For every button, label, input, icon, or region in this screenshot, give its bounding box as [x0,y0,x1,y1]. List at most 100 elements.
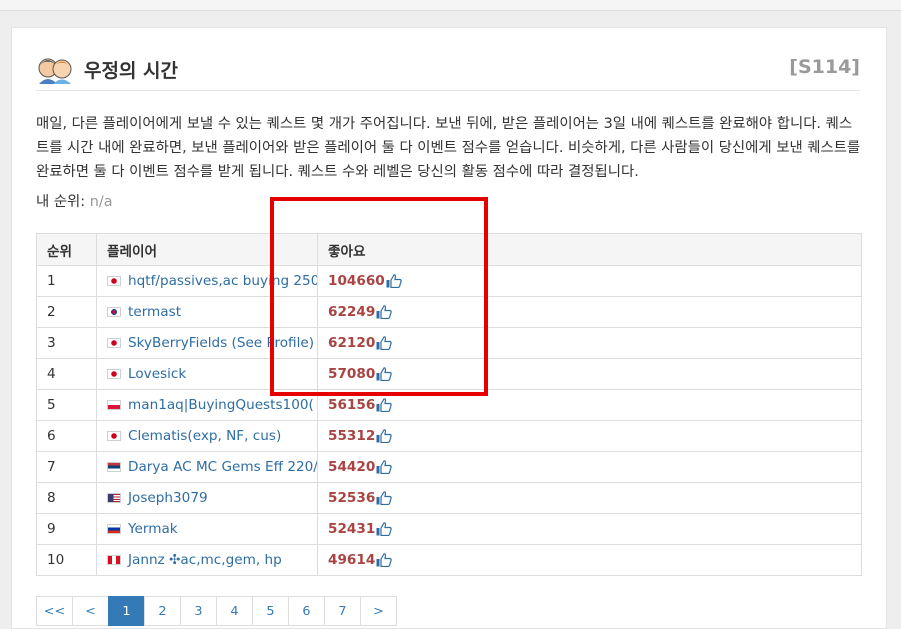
thumbs-up-icon[interactable] [376,305,393,319]
event-panel: 우정의 시간 [S114] 매일, 다른 플레이어에게 보낼 수 있는 퀘스트 … [11,27,887,629]
likes-count: 52536 [328,490,376,506]
player-cell: Joseph3079 [96,482,318,514]
likes-cell: 52536 [317,482,862,514]
country-flag-icon [107,490,128,506]
thumbs-up-icon[interactable] [376,398,393,412]
rank-cell: 1 [36,265,97,297]
rank-cell: 5 [36,389,97,421]
country-flag-icon [107,552,128,568]
season-badge: [S114] [789,56,860,78]
player-link[interactable]: Lovesick [128,366,186,382]
player-cell: hqtf/passives,ac buying 250 [96,265,318,297]
thumbs-up-icon[interactable] [376,491,393,505]
country-flag-icon [107,428,128,444]
page-button[interactable]: 2 [144,596,181,626]
likes-cell: 57080 [317,358,862,390]
my-rank-label: 내 순위: [36,194,90,210]
country-flag-icon [107,521,128,537]
country-flag-icon [107,335,128,351]
country-flag-icon [107,366,128,382]
table-row: 10 Jannz ✣ac,mc,gem, hp 49614 [36,544,862,576]
likes-cell: 62249 [317,296,862,328]
likes-cell: 49614 [317,544,862,576]
rank-cell: 6 [36,420,97,452]
thumbs-up-icon[interactable] [376,460,393,474]
page-button[interactable]: 6 [288,596,325,626]
player-cell: Lovesick [96,358,318,390]
table-header-row: 순위 플레이어 좋아요 [36,233,862,266]
table-row: 1 hqtf/passives,ac buying 250 104660 [36,265,862,297]
player-link[interactable]: Yermak [128,521,178,537]
page-button[interactable]: 4 [216,596,253,626]
thumbs-up-icon[interactable] [376,367,393,381]
page-button[interactable]: 1 [108,596,145,626]
likes-count: 62249 [328,304,376,320]
likes-count: 62120 [328,335,376,351]
my-rank-value: n/a [89,194,113,210]
my-rank: 내 순위: n/a [36,190,113,211]
likes-count: 56156 [328,397,376,413]
country-flag-icon [107,397,128,413]
table-row: 8 Joseph3079 52536 [36,482,862,514]
table-row: 5 man1aq|BuyingQuests100( 56156 [36,389,862,421]
panel-header: 우정의 시간 [S114] [36,50,860,91]
country-flag-icon [107,459,128,475]
player-link[interactable]: hqtf/passives,ac buying 250 [128,273,317,289]
column-header-rank: 순위 [36,233,97,266]
likes-cell: 104660 [317,265,862,297]
likes-count: 52431 [328,521,376,537]
table-row: 9 Yermak 52431 [36,513,862,545]
player-link[interactable]: Clematis(exp, NF, cus) [128,428,281,444]
likes-count: 55312 [328,428,376,444]
likes-count: 49614 [328,552,376,568]
likes-count: 54420 [328,459,376,475]
player-link[interactable]: SkyBerryFields (See Profile) [128,335,314,351]
thumbs-up-icon[interactable] [376,522,393,536]
player-link[interactable]: termast [128,304,181,320]
player-link[interactable]: Jannz ✣ac,mc,gem, hp [128,552,282,568]
player-cell: Clematis(exp, NF, cus) [96,420,318,452]
likes-cell: 54420 [317,451,862,483]
likes-cell: 52431 [317,513,862,545]
player-link[interactable]: man1aq|BuyingQuests100( [128,397,314,413]
page-button[interactable]: > [360,596,397,626]
page-button[interactable]: 3 [180,596,217,626]
event-description: 매일, 다른 플레이어에게 보낼 수 있는 퀘스트 몇 개가 주어집니다. 보낸… [36,116,861,180]
thumbs-up-icon[interactable] [386,274,402,288]
top-bar [0,0,901,11]
player-cell: Darya AC MC Gems Eff 220/ [96,451,318,483]
thumbs-up-icon[interactable] [376,336,393,350]
rank-cell: 8 [36,482,97,514]
column-header-player: 플레이어 [96,233,318,266]
rank-cell: 10 [36,544,97,576]
table-row: 4 Lovesick 57080 [36,358,862,390]
thumbs-up-icon[interactable] [376,553,393,567]
column-header-likes: 좋아요 [317,233,862,266]
rank-cell: 9 [36,513,97,545]
page-button[interactable]: << [36,596,73,626]
rank-cell: 4 [36,358,97,390]
table-row: 6 Clematis(exp, NF, cus) 55312 [36,420,862,452]
pagination: << <1 2 3 4 5 6 7 > [36,596,397,626]
page-button[interactable]: < [72,596,109,626]
friends-icon [38,58,72,84]
page-button[interactable]: 7 [324,596,361,626]
likes-cell: 62120 [317,327,862,359]
page-button[interactable]: 5 [252,596,289,626]
player-cell: Jannz ✣ac,mc,gem, hp [96,544,318,576]
rank-cell: 3 [36,327,97,359]
page-title: 우정의 시간 [84,60,179,82]
likes-cell: 56156 [317,389,862,421]
table-row: 7 Darya AC MC Gems Eff 220/54420 [36,451,862,483]
table-row: 2 termast 62249 [36,296,862,328]
table-row: 3 SkyBerryFields (See Profile) 62120 [36,327,862,359]
player-cell: man1aq|BuyingQuests100( [96,389,318,421]
likes-cell: 55312 [317,420,862,452]
player-link[interactable]: Darya AC MC Gems Eff 220/ [128,459,317,475]
likes-count: 57080 [328,366,376,382]
rank-cell: 7 [36,451,97,483]
thumbs-up-icon[interactable] [376,429,393,443]
likes-count: 104660 [328,273,385,289]
country-flag-icon [107,304,128,320]
player-link[interactable]: Joseph3079 [128,490,208,506]
